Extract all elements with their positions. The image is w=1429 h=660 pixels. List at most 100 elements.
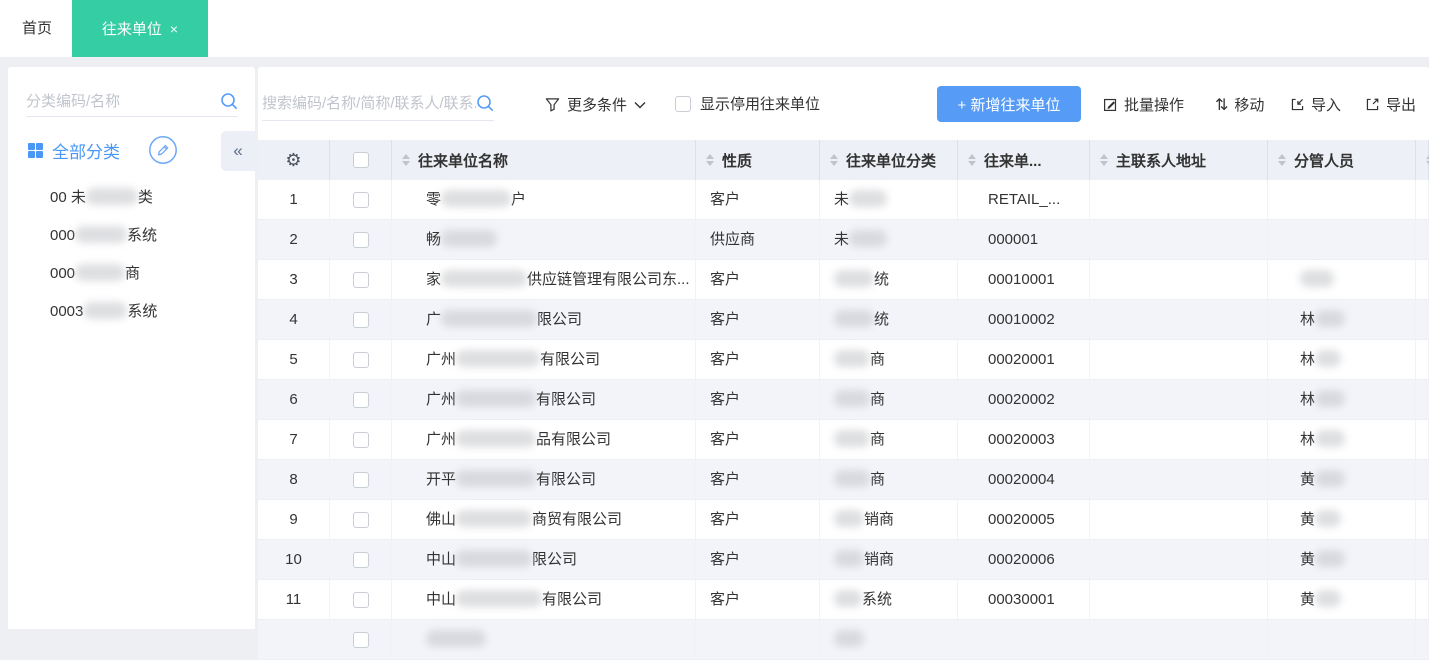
company-name-cell: 开平有限公司	[392, 460, 696, 499]
row-checkbox[interactable]	[353, 392, 369, 408]
move-button[interactable]: ⇅ 移动	[1215, 94, 1264, 115]
staff-cell	[1268, 260, 1416, 299]
show-disabled-checkbox[interactable]	[675, 96, 691, 112]
show-disabled-toggle[interactable]: 显示停用往来单位	[675, 93, 820, 114]
row-checkbox[interactable]	[353, 232, 369, 248]
category-cell: 统	[820, 260, 958, 299]
sort-icon[interactable]	[830, 154, 838, 166]
code-cell: 00020001	[958, 340, 1090, 379]
category-cell: 销商	[820, 540, 958, 579]
sort-icon[interactable]	[1100, 154, 1108, 166]
row-checkbox[interactable]	[353, 312, 369, 328]
company-name-cell: 家供应链管理有限公司东...	[392, 260, 696, 299]
tab-contacts-active[interactable]: 往来单位 ×	[72, 0, 208, 57]
header-category[interactable]: 往来单位分类	[820, 140, 958, 180]
redacted-text	[441, 310, 537, 327]
sidebar-category-item[interactable]: 000系统	[8, 217, 255, 255]
sort-icon[interactable]	[402, 154, 410, 166]
row-seq: 7	[258, 420, 330, 459]
collapse-sidebar-button[interactable]: «	[221, 131, 255, 171]
extra-cell	[1416, 580, 1429, 619]
tab-home[interactable]: 首页	[14, 0, 60, 57]
row-checkbox[interactable]	[353, 632, 369, 648]
add-contact-button[interactable]: + 新增往来单位	[937, 86, 1081, 122]
sidebar-category-item[interactable]: 000商	[8, 255, 255, 293]
row-checkbox-cell	[330, 540, 392, 579]
table-row[interactable]	[258, 620, 1429, 660]
more-filters-button[interactable]: 更多条件	[545, 94, 646, 115]
contact-search-input[interactable]: 搜索编码/名称/简称/联系人/联系.	[262, 85, 494, 121]
sort-icon[interactable]	[706, 154, 714, 166]
row-checkbox[interactable]	[353, 272, 369, 288]
row-checkbox[interactable]	[353, 592, 369, 608]
header-nature[interactable]: 性质	[696, 140, 820, 180]
table-row[interactable]: 11中山有限公司客户系统00030001黄	[258, 580, 1429, 620]
row-checkbox[interactable]	[353, 552, 369, 568]
redacted-text	[1315, 310, 1345, 327]
row-checkbox[interactable]	[353, 472, 369, 488]
close-icon[interactable]: ×	[170, 21, 178, 37]
table-row[interactable]: 9佛山商贸有限公司客户销商00020005黄	[258, 500, 1429, 540]
row-seq: 4	[258, 300, 330, 339]
table-row[interactable]: 3家供应链管理有限公司东...客户统00010001	[258, 260, 1429, 300]
tab-bar: 首页 往来单位 ×	[0, 0, 1429, 57]
row-checkbox[interactable]	[353, 512, 369, 528]
sidebar-category-item[interactable]: 0003系统	[8, 293, 255, 331]
row-checkbox[interactable]	[353, 192, 369, 208]
row-checkbox-cell	[330, 620, 392, 659]
staff-cell: 黄	[1268, 540, 1416, 579]
category-cell: 商	[820, 420, 958, 459]
table-row[interactable]: 8开平有限公司客户商00020004黄	[258, 460, 1429, 500]
header-company-name[interactable]: 往来单位名称	[392, 140, 696, 180]
table-row[interactable]: 1零户客户未RETAIL_...	[258, 180, 1429, 220]
batch-edit-icon	[1103, 97, 1118, 112]
nature-cell: 客户	[696, 500, 820, 539]
export-label: 导出	[1386, 94, 1416, 115]
import-label: 导入	[1311, 94, 1341, 115]
header-code[interactable]: 往来单...	[958, 140, 1090, 180]
redacted-text	[834, 430, 870, 447]
export-button[interactable]: 导出	[1365, 94, 1416, 115]
table-row[interactable]: 6广州有限公司客户商00020002林	[258, 380, 1429, 420]
redacted-text	[456, 430, 536, 447]
row-checkbox-cell	[330, 420, 392, 459]
table-row[interactable]: 7广州品有限公司客户商00020003林	[258, 420, 1429, 460]
row-checkbox[interactable]	[353, 432, 369, 448]
redacted-text	[456, 390, 536, 407]
nature-cell: 客户	[696, 380, 820, 419]
redacted-text	[1315, 470, 1345, 487]
header-extra[interactable]	[1416, 140, 1429, 180]
extra-cell	[1416, 300, 1429, 339]
staff-cell: 黄	[1268, 500, 1416, 539]
category-search-input[interactable]: 分类编码/名称	[26, 85, 238, 117]
select-all-checkbox[interactable]	[353, 152, 369, 168]
redacted-text	[75, 264, 125, 281]
batch-actions-button[interactable]: 批量操作	[1103, 94, 1184, 115]
table-row[interactable]: 2畅供应商未000001	[258, 220, 1429, 260]
header-staff[interactable]: 分管人员	[1268, 140, 1416, 180]
sort-icon[interactable]	[1278, 154, 1286, 166]
company-name-cell: 零户	[392, 180, 696, 219]
grid-icon	[28, 143, 43, 158]
edit-category-button[interactable]	[148, 135, 178, 165]
row-checkbox-cell	[330, 220, 392, 259]
table-row[interactable]: 4广限公司客户统00010002林	[258, 300, 1429, 340]
category-search-placeholder: 分类编码/名称	[26, 90, 220, 111]
extra-cell	[1416, 620, 1429, 659]
sidebar-category-item[interactable]: 00 未类	[8, 179, 255, 217]
all-categories-row[interactable]: 全部分类 «	[8, 129, 255, 171]
code-cell: 00010002	[958, 300, 1090, 339]
row-checkbox-cell	[330, 380, 392, 419]
category-cell: 系统	[820, 580, 958, 619]
nature-cell: 客户	[696, 180, 820, 219]
redacted-text	[834, 550, 864, 567]
row-checkbox[interactable]	[353, 352, 369, 368]
sort-icon[interactable]	[968, 154, 976, 166]
column-settings-button[interactable]: ⚙	[258, 140, 330, 180]
import-button[interactable]: 导入	[1290, 94, 1341, 115]
select-all-cell	[330, 140, 392, 180]
header-address[interactable]: 主联系人地址	[1090, 140, 1268, 180]
table-row[interactable]: 5广州有限公司客户商00020001林	[258, 340, 1429, 380]
code-cell: 00020006	[958, 540, 1090, 579]
table-row[interactable]: 10中山限公司客户销商00020006黄	[258, 540, 1429, 580]
